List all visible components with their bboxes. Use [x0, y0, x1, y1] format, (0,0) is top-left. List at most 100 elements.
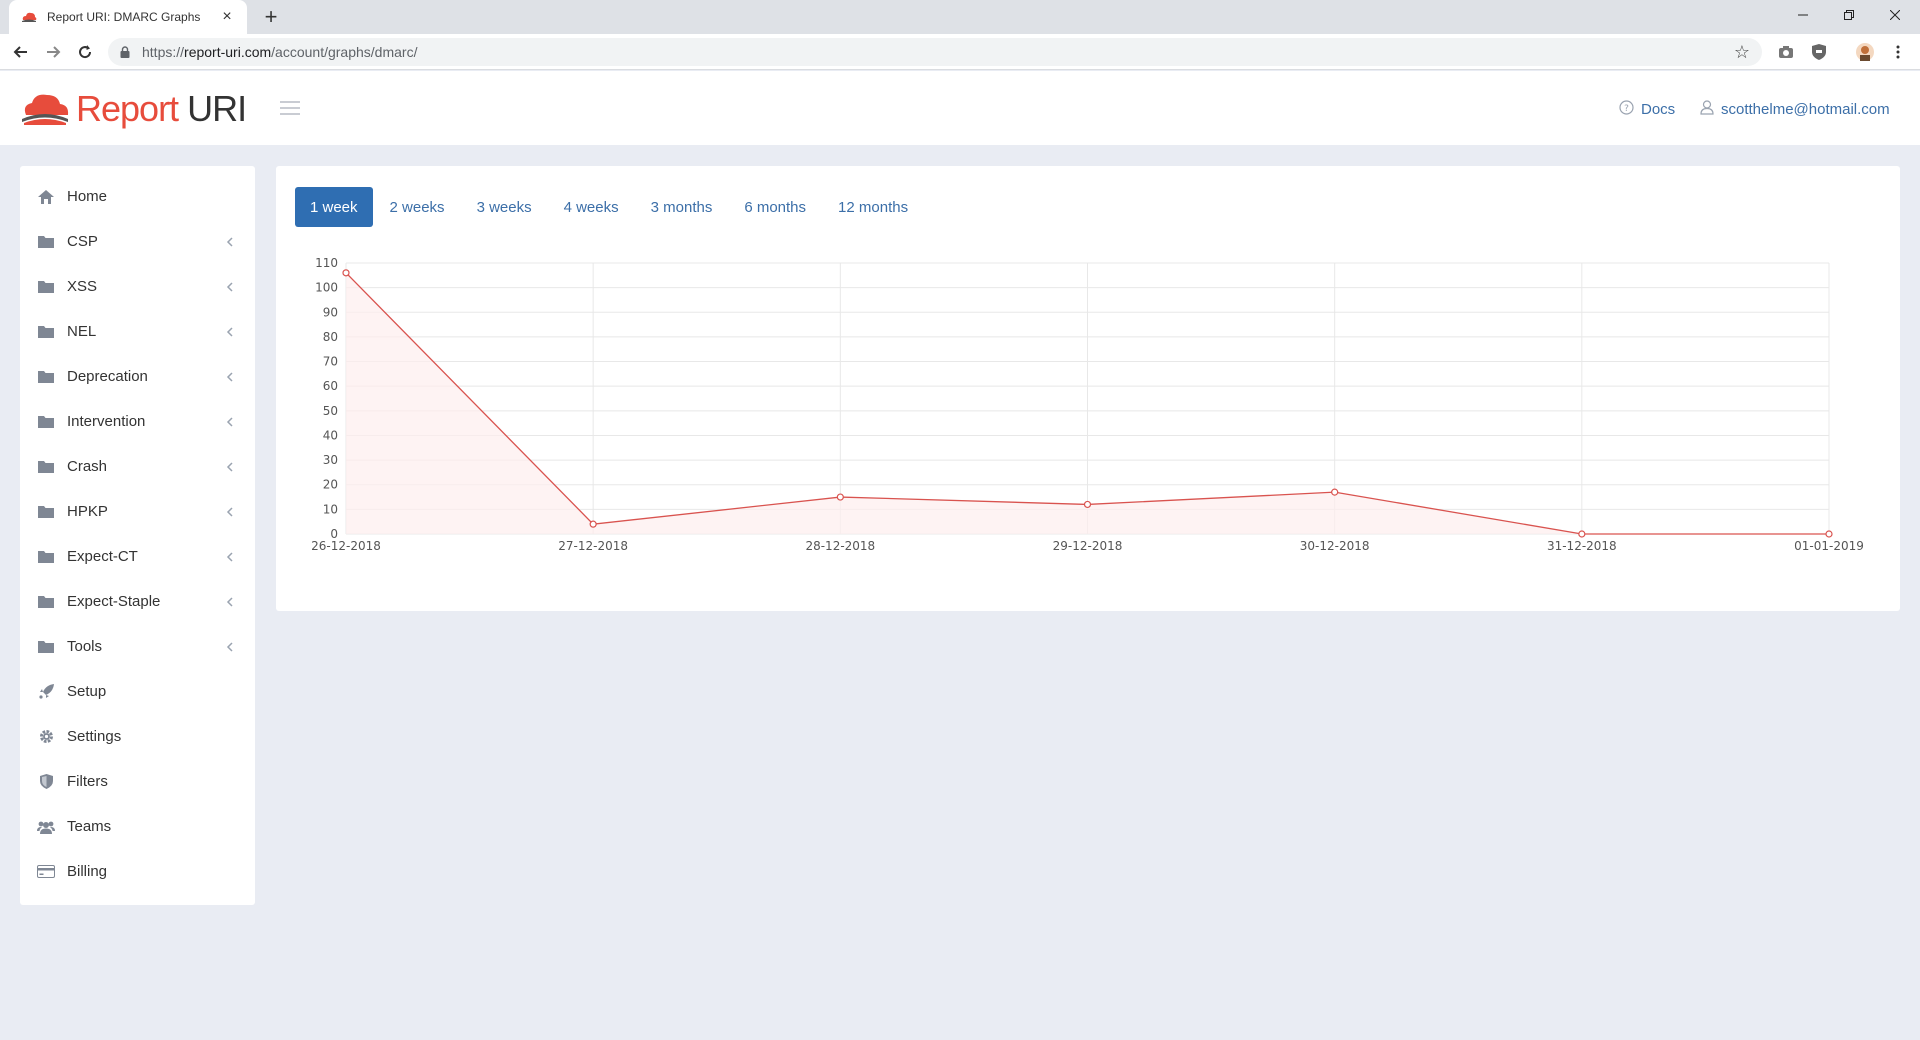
sidebar-item-label: XSS	[67, 278, 98, 295]
sidebar-item-label: Teams	[67, 818, 112, 835]
report-uri-logo[interactable]: Report URI	[20, 88, 247, 129]
browser-tab[interactable]: Report URI: DMARC Graphs ×	[9, 0, 247, 34]
sidebar-item-settings[interactable]: Settings	[20, 714, 255, 759]
y-tick-label: 40	[323, 428, 338, 442]
address-bar[interactable]: https://report-uri.com/account/graphs/dm…	[108, 38, 1762, 66]
back-arrow-icon[interactable]	[10, 41, 32, 63]
chevron-left-icon	[226, 595, 233, 610]
sidebar-item-csp[interactable]: CSP	[20, 219, 255, 264]
x-tick-label: 27-12-2018	[558, 539, 628, 553]
camera-extension-icon[interactable]	[1777, 43, 1795, 61]
sidebar-item-xss[interactable]: XSS	[20, 264, 255, 309]
shield-icon	[37, 774, 55, 789]
sidebar-item-deprecation[interactable]: Deprecation	[20, 354, 255, 399]
report-uri-favicon-icon	[22, 12, 37, 22]
sidebar-item-label: Billing	[67, 863, 108, 880]
y-tick-label: 100	[315, 281, 338, 295]
data-point	[836, 493, 844, 501]
sidebar-item-setup[interactable]: Setup	[20, 669, 255, 714]
svg-text:?: ?	[1624, 104, 1629, 114]
bookmark-star-icon[interactable]: ☆	[1734, 42, 1750, 63]
browser-tab-bar: Report URI: DMARC Graphs × +	[0, 0, 1920, 34]
chevron-left-icon	[226, 235, 233, 250]
new-tab-button[interactable]: +	[260, 6, 282, 28]
chevron-left-icon	[226, 460, 233, 475]
folder-icon	[37, 415, 55, 429]
home-icon	[37, 189, 55, 204]
hamburger-menu-icon[interactable]	[280, 101, 300, 115]
browser-menu-icon[interactable]	[1889, 43, 1907, 61]
x-tick-label: 01-01-2019	[1794, 539, 1864, 553]
x-tick-label: 28-12-2018	[805, 539, 875, 553]
users-icon	[37, 820, 55, 834]
sidebar-item-filters[interactable]: Filters	[20, 759, 255, 804]
y-tick-label: 80	[323, 330, 338, 344]
sidebar-item-nel[interactable]: NEL	[20, 309, 255, 354]
chevron-left-icon	[226, 550, 233, 565]
sidebar-item-teams[interactable]: Teams	[20, 804, 255, 849]
sidebar-nav: Home CSP XSS NEL Deprecation Intervention Cras…	[20, 166, 255, 905]
x-tick-label: 31-12-2018	[1547, 539, 1617, 553]
folder-icon	[37, 460, 55, 474]
sidebar-item-expect-ct[interactable]: Expect-CT	[20, 534, 255, 579]
sidebar-item-label: CSP	[67, 233, 98, 250]
chevron-left-icon	[226, 325, 233, 340]
question-circle-icon: ?	[1619, 100, 1634, 118]
sidebar-item-label: Settings	[67, 728, 122, 745]
y-tick-label: 90	[323, 305, 338, 319]
y-tick-label: 20	[323, 478, 338, 492]
sidebar-item-home[interactable]: Home	[20, 174, 255, 219]
gear-icon	[37, 730, 55, 744]
cloud-logo-icon	[22, 94, 69, 125]
user-icon	[1700, 100, 1714, 118]
x-tick-label: 26-12-2018	[311, 539, 381, 553]
sidebar-item-tools[interactable]: Tools	[20, 624, 255, 669]
logo-word-uri: URI	[187, 88, 247, 129]
folder-icon	[37, 640, 55, 654]
docs-label: Docs	[1641, 100, 1676, 118]
chevron-left-icon	[226, 505, 233, 520]
sidebar-item-crash[interactable]: Crash	[20, 444, 255, 489]
folder-icon	[37, 235, 55, 249]
data-point	[1825, 530, 1833, 538]
forward-arrow-icon[interactable]	[42, 41, 64, 63]
y-tick-label: 10	[323, 502, 338, 516]
dmarc-graph-panel: 1 week 2 weeks 3 weeks 4 weeks 3 months 6 mon…	[276, 166, 1900, 611]
sidebar-item-intervention[interactable]: Intervention	[20, 399, 255, 444]
data-point	[1083, 500, 1092, 509]
sidebar-item-label: Expect-Staple	[67, 593, 161, 610]
reload-icon[interactable]	[74, 41, 96, 63]
data-point	[589, 520, 597, 528]
sidebar-item-expect-staple[interactable]: Expect-Staple	[20, 579, 255, 624]
data-point	[1331, 488, 1339, 496]
ublock-shield-extension-icon[interactable]	[1810, 43, 1828, 61]
close-window-icon[interactable]	[1872, 0, 1918, 30]
docs-link[interactable]: ? Docs	[1619, 100, 1675, 118]
sidebar-item-hpkp[interactable]: HPKP	[20, 489, 255, 534]
y-tick-label: 50	[323, 404, 338, 418]
y-tick-label: 70	[323, 355, 338, 369]
app-header: Report URI ? Docs scotthelme@hotmail.com	[0, 71, 1920, 145]
restore-window-icon[interactable]	[1826, 0, 1872, 30]
chevron-left-icon	[226, 640, 233, 655]
sidebar-item-label: Crash	[67, 458, 108, 475]
chevron-left-icon	[226, 370, 233, 385]
sidebar-item-label: Tools	[67, 638, 103, 655]
profile-avatar-icon[interactable]	[1856, 43, 1874, 61]
folder-icon	[37, 370, 55, 384]
tab-close-icon[interactable]: ×	[219, 9, 235, 25]
sidebar-item-label: Setup	[67, 683, 107, 700]
sidebar-item-label: NEL	[67, 323, 97, 340]
chevron-left-icon	[226, 415, 233, 430]
sidebar-item-billing[interactable]: Billing	[20, 849, 255, 894]
credit-card-icon	[37, 865, 55, 879]
minimize-window-icon[interactable]	[1780, 0, 1826, 30]
data-point	[342, 269, 350, 277]
dmarc-line-chart: 010203040506070809010011026-12-2018 27-12…	[311, 256, 1864, 553]
user-account-link[interactable]: scotthelme@hotmail.com	[1700, 100, 1890, 118]
user-email: scotthelme@hotmail.com	[1721, 100, 1890, 118]
tab-title: Report URI: DMARC Graphs	[47, 10, 201, 24]
sidebar-item-label: Expect-CT	[67, 548, 138, 565]
folder-icon	[37, 505, 55, 519]
x-tick-label: 29-12-2018	[1053, 539, 1123, 553]
